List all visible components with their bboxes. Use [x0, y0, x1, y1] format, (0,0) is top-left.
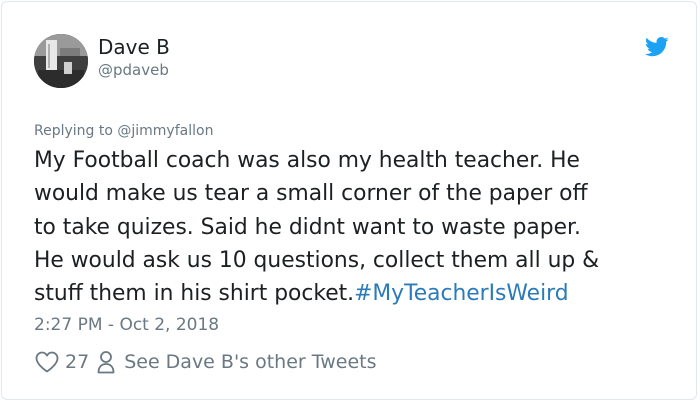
tweet-text-last-line: stuff them in his shirt pocket.#MyTeache… [34, 277, 674, 310]
like-count[interactable]: 27 [65, 351, 89, 373]
other-tweets-link[interactable]: See Dave B's other Tweets [124, 351, 376, 373]
hashtag-link[interactable]: #MyTeacherIsWeird [354, 281, 568, 306]
embedded-tweet-card: Dave B @pdaveb Replying to @jimmyfallon … [1, 1, 697, 400]
person-icon [97, 351, 115, 374]
replying-to-text[interactable]: Replying to @jimmyfallon [34, 121, 213, 141]
tweet-text-line: My Football coach was also my health tea… [34, 148, 580, 173]
tweet-timestamp[interactable]: 2:27 PM - Oct 2, 2018 [34, 313, 219, 337]
tweet-text-line: stuff them in his shirt pocket. [34, 281, 355, 307]
author-name[interactable]: Dave B [98, 35, 170, 59]
heart-icon[interactable] [35, 351, 59, 373]
tweet-actions: 27 See Dave B's other Tweets [35, 348, 377, 376]
tweet-text-line: would make us tear a small corner of the… [34, 181, 588, 207]
avatar[interactable] [34, 34, 88, 88]
author-handle[interactable]: @pdaveb [98, 60, 169, 80]
twitter-bird-icon[interactable] [645, 37, 669, 57]
tweet-text-line: to take quizes. Said he didnt want to wa… [34, 214, 581, 240]
avatar-photo [34, 34, 88, 88]
tweet-text: My Football coach was also my health tea… [34, 144, 674, 310]
tweet-text-line: He would ask us 10 questions, collect th… [34, 247, 600, 273]
